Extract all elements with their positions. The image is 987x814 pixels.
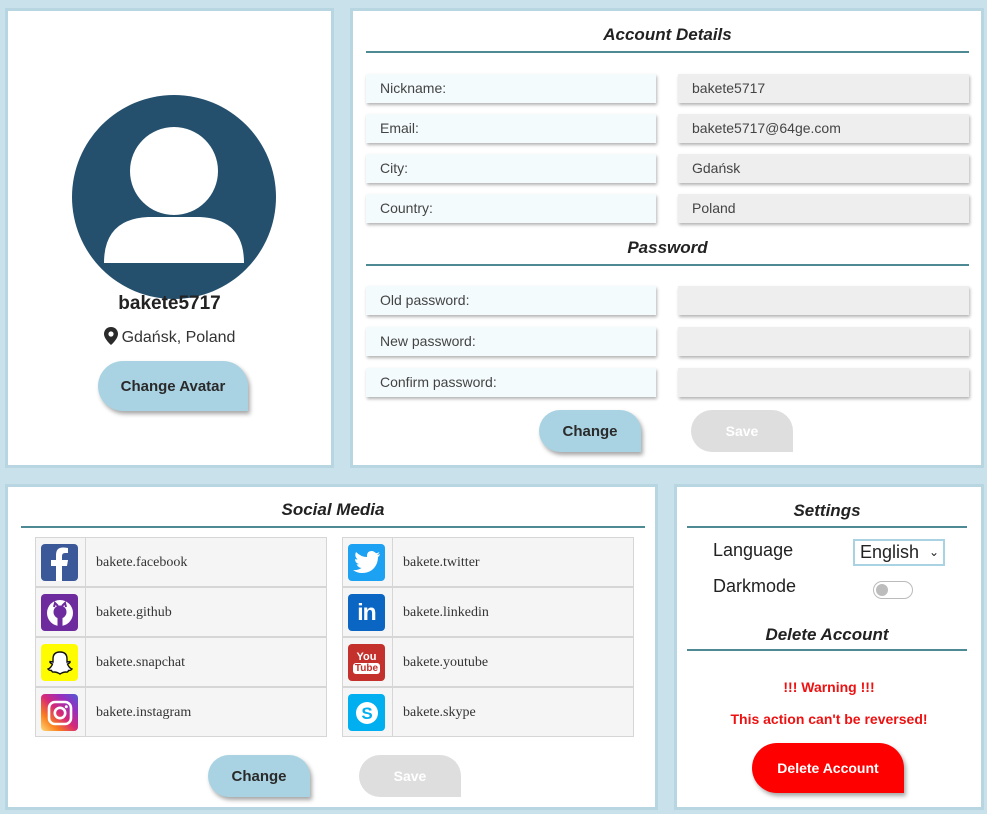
- skype-handle: bakete.skype: [403, 705, 476, 720]
- social-media-panel: Social Media bakete.facebook bakete.twit…: [5, 484, 658, 810]
- profile-location: Gdańsk, Poland: [8, 327, 331, 347]
- delete-account-title: Delete Account: [765, 625, 889, 644]
- social-item-linkedin[interactable]: in bakete.linkedin: [342, 587, 634, 637]
- social-item-skype[interactable]: S bakete.skype: [342, 687, 634, 737]
- warning-text: !!! Warning !!!: [783, 679, 875, 695]
- old-password-input[interactable]: [678, 286, 969, 315]
- divider: [85, 688, 86, 736]
- avatar: [72, 95, 276, 299]
- nickname-label: Nickname:: [366, 74, 656, 103]
- darkmode-label: Darkmode: [713, 576, 797, 596]
- divider: [392, 588, 393, 636]
- youtube-handle: bakete.youtube: [403, 655, 489, 670]
- city-label: City:: [366, 154, 656, 183]
- change-avatar-button[interactable]: Change Avatar: [98, 361, 248, 411]
- skype-icon: S: [348, 694, 385, 731]
- social-item-github[interactable]: bakete.github: [35, 587, 327, 637]
- github-handle: bakete.github: [96, 605, 172, 620]
- city-value: Gdańsk: [678, 154, 969, 183]
- linkedin-icon: in: [348, 594, 385, 631]
- account-details-title: Account Details: [603, 25, 732, 44]
- language-select[interactable]: English ⌄: [853, 539, 945, 566]
- divider: [85, 638, 86, 686]
- social-item-snapchat[interactable]: bakete.snapchat: [35, 637, 327, 687]
- twitter-icon: [348, 544, 385, 581]
- warning-message: This action can't be reversed!: [730, 711, 928, 727]
- divider: [392, 688, 393, 736]
- social-item-facebook[interactable]: bakete.facebook: [35, 537, 327, 587]
- language-label: Language: [713, 540, 794, 560]
- map-pin-icon: [103, 327, 118, 345]
- toggle-knob: [876, 584, 888, 596]
- divider: [687, 649, 967, 651]
- snapchat-icon: [41, 644, 78, 681]
- account-details-panel: Account Details Nickname: bakete5717 Ema…: [350, 8, 984, 468]
- divider: [392, 538, 393, 586]
- facebook-icon: [41, 544, 78, 581]
- password-title: Password: [627, 238, 708, 257]
- save-password-button[interactable]: Save: [691, 410, 793, 452]
- divider: [366, 51, 969, 53]
- social-item-youtube[interactable]: You Tube bakete.youtube: [342, 637, 634, 687]
- social-item-twitter[interactable]: bakete.twitter: [342, 537, 634, 587]
- change-social-button[interactable]: Change: [208, 755, 310, 797]
- snapchat-handle: bakete.snapchat: [96, 655, 186, 670]
- divider: [85, 538, 86, 586]
- confirm-password-input[interactable]: [678, 368, 969, 397]
- divider: [85, 588, 86, 636]
- country-label: Country:: [366, 194, 656, 223]
- new-password-input[interactable]: [678, 327, 969, 356]
- new-password-label: New password:: [366, 327, 656, 356]
- linkedin-handle: bakete.linkedin: [403, 605, 489, 620]
- instagram-handle: bakete.instagram: [96, 705, 192, 720]
- svg-text:S: S: [361, 704, 372, 723]
- change-password-button[interactable]: Change: [539, 410, 641, 452]
- user-silhouette-icon: [104, 127, 244, 263]
- facebook-handle: bakete.facebook: [96, 555, 188, 570]
- social-item-instagram[interactable]: bakete.instagram: [35, 687, 327, 737]
- darkmode-toggle[interactable]: [873, 581, 913, 599]
- settings-title: Settings: [793, 501, 861, 520]
- confirm-password-label: Confirm password:: [366, 368, 656, 397]
- youtube-icon: You Tube: [348, 644, 385, 681]
- profile-panel: bakete5717 Gdańsk, Poland Change Avatar: [5, 8, 334, 468]
- divider: [21, 526, 645, 528]
- chevron-down-icon: ⌄: [928, 545, 939, 559]
- delete-account-button[interactable]: Delete Account: [752, 743, 904, 793]
- instagram-icon: [41, 694, 78, 731]
- save-social-button[interactable]: Save: [359, 755, 461, 797]
- email-value: bakete5717@64ge.com: [678, 114, 969, 143]
- language-value: English: [860, 542, 920, 562]
- divider: [366, 264, 969, 266]
- old-password-label: Old password:: [366, 286, 656, 315]
- divider: [392, 638, 393, 686]
- settings-panel: Settings Language English ⌄ Darkmode Del…: [674, 484, 984, 810]
- country-value: Poland: [678, 194, 969, 223]
- github-icon: [41, 594, 78, 631]
- profile-location-text: Gdańsk, Poland: [121, 329, 236, 346]
- twitter-handle: bakete.twitter: [403, 555, 480, 570]
- email-label: Email:: [366, 114, 656, 143]
- social-media-title: Social Media: [281, 500, 385, 519]
- divider: [687, 526, 967, 528]
- profile-username: bakete5717: [118, 293, 221, 314]
- nickname-value: bakete5717: [678, 74, 969, 103]
